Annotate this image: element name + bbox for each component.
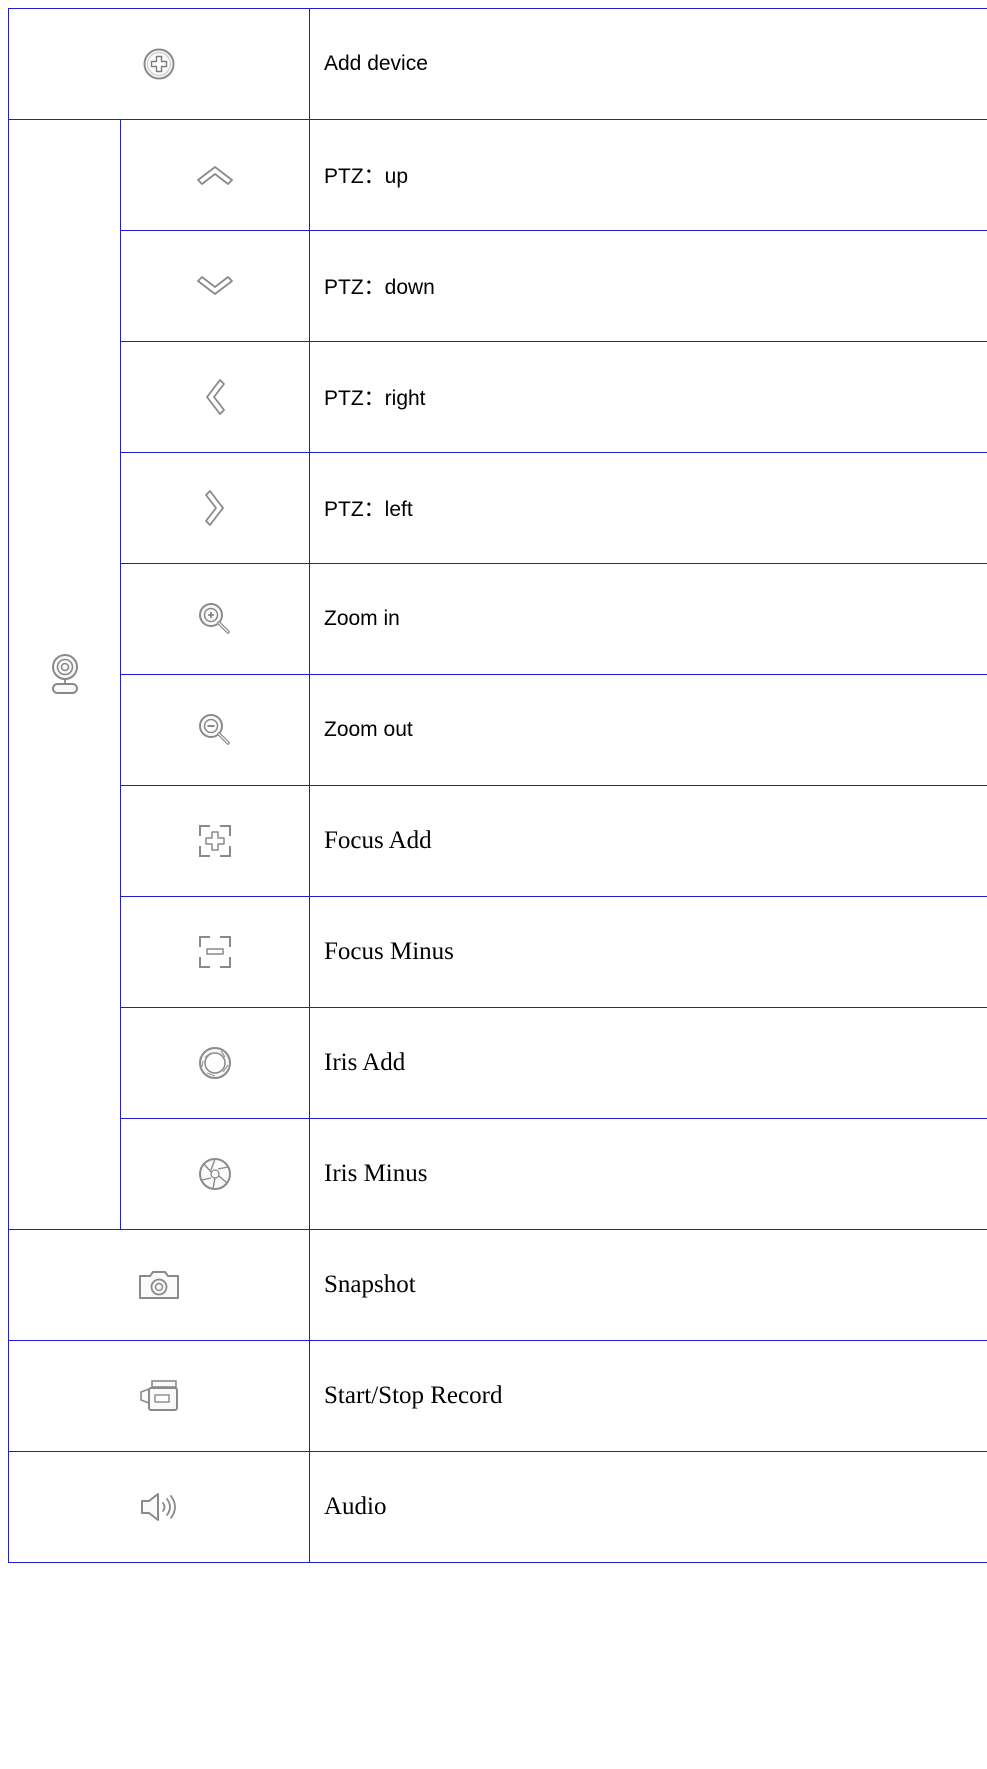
row-label: Audio [309, 1451, 987, 1563]
row-label: Focus Minus [309, 896, 987, 1008]
table-row: PTZ：right [9, 341, 987, 453]
icon-cell [120, 674, 310, 786]
row-label: Add device [309, 8, 987, 120]
chevron-up-icon [195, 166, 235, 185]
icon-cell [120, 785, 310, 897]
chevron-left-icon [203, 379, 227, 415]
iris-minus-icon [197, 1158, 233, 1190]
row-label: PTZ：up [309, 119, 987, 231]
row-label: Zoom in [309, 563, 987, 675]
table-row: Start/Stop Record [8, 1340, 987, 1452]
table-row: Focus Add [9, 785, 987, 897]
row-label: Zoom out [309, 674, 987, 786]
row-label: Focus Add [309, 785, 987, 897]
icon-cell [120, 896, 310, 1008]
table-row: Add device [8, 8, 987, 120]
table-row: PTZ：down [9, 230, 987, 342]
icon-cell [120, 119, 310, 231]
table-row: Iris Minus [9, 1118, 987, 1230]
speaker-audio-icon [139, 1493, 179, 1521]
icon-cell [120, 563, 310, 675]
table-row: PTZ：left [9, 452, 987, 564]
row-label: Iris Add [309, 1007, 987, 1119]
row-label: Start/Stop Record [309, 1340, 987, 1452]
row-label: PTZ：left [309, 452, 987, 564]
group-icon-cell [8, 119, 121, 1230]
zoom-in-icon [197, 603, 233, 634]
table-row: Zoom in [9, 563, 987, 675]
table-row: Focus Minus [9, 896, 987, 1008]
chevron-down-icon [195, 276, 235, 295]
icon-cell [8, 8, 310, 120]
icon-cell [120, 1118, 310, 1230]
webcam-icon [50, 653, 80, 694]
table-row: Snapshot [8, 1229, 987, 1341]
camera-snapshot-icon [137, 1271, 181, 1299]
row-label: PTZ：right [309, 341, 987, 453]
focus-minus-icon [197, 936, 233, 968]
icon-cell [120, 230, 310, 342]
icon-cell [120, 452, 310, 564]
row-label: Iris Minus [309, 1118, 987, 1230]
icon-cell [8, 1229, 310, 1341]
icon-cell [120, 1007, 310, 1119]
icon-cell [120, 341, 310, 453]
icon-cell [8, 1340, 310, 1452]
table-row: Iris Add [9, 1007, 987, 1119]
icon-reference-table: Add device PTZ：up PTZ：down PTZ：right PTZ… [8, 8, 987, 1563]
add-circle-icon [142, 48, 176, 80]
table-row: Audio [8, 1451, 987, 1563]
icon-cell [8, 1451, 310, 1563]
chevron-right-icon [203, 490, 227, 526]
table-row: PTZ：up [8, 119, 987, 1230]
row-label: PTZ：down [309, 230, 987, 342]
video-record-icon [138, 1380, 180, 1411]
row-label: Snapshot [309, 1229, 987, 1341]
iris-add-icon [197, 1047, 233, 1079]
focus-add-icon [197, 825, 233, 857]
zoom-out-icon [197, 714, 233, 745]
table-row: Zoom out [9, 674, 987, 786]
